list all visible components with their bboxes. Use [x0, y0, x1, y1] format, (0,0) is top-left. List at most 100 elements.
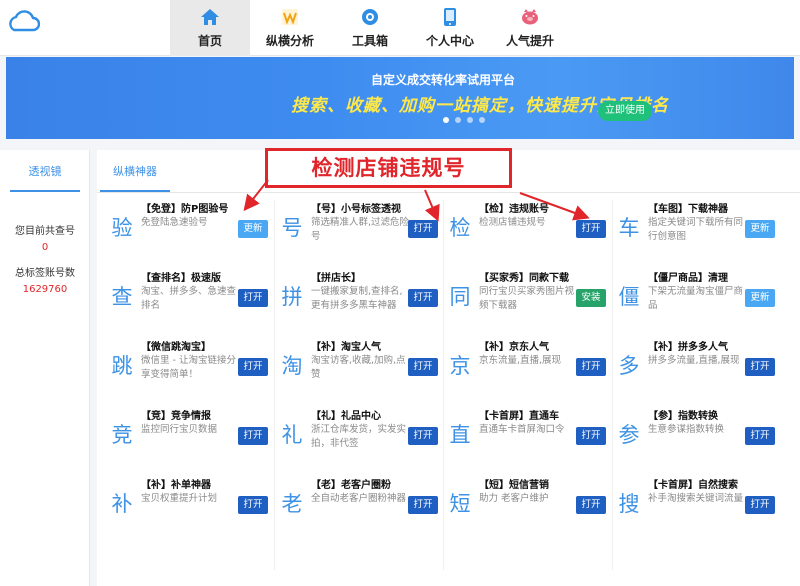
total-tagged-label: 总标签账号数 — [15, 268, 75, 279]
tool-description: 拼多多流量,直播,展现 — [648, 355, 740, 366]
tool-open-button[interactable]: 打开 — [745, 427, 775, 445]
tool-title[interactable]: 【补】淘宝人气 — [311, 338, 381, 353]
tool-open-button[interactable]: 打开 — [576, 427, 606, 445]
tool-open-button[interactable]: 打开 — [576, 496, 606, 514]
nav-item-popularity[interactable]: 人气提升 — [490, 0, 570, 56]
tool-open-button[interactable]: 打开 — [238, 358, 268, 376]
tool-title[interactable]: 【车图】下载神器 — [648, 200, 728, 215]
tool-title[interactable]: 【拼店长】 — [311, 269, 361, 284]
carousel-dot[interactable] — [443, 117, 449, 123]
tool-open-button[interactable]: 打开 — [576, 358, 606, 376]
tool-title[interactable]: 【卡首屏】直通车 — [479, 407, 559, 422]
tool-title[interactable]: 【短】短信营销 — [479, 476, 549, 491]
tool-open-button[interactable]: 打开 — [238, 496, 268, 514]
tool-description: 全自动老客户圈粉神器 — [311, 493, 407, 504]
main-nav: 首页 纵横分析 工具箱 个人中心 人气提升 — [170, 0, 570, 56]
tool-description: 淘宝、拼多多、急速查排名 — [141, 286, 237, 311]
tool-open-button[interactable]: 打开 — [408, 427, 438, 445]
home-icon — [200, 7, 220, 27]
tool-title[interactable]: 【检】违规账号 — [479, 200, 549, 215]
tool-open-button[interactable]: 打开 — [408, 289, 438, 307]
tool-title[interactable]: 【补】京东人气 — [479, 338, 549, 353]
tool-glyph: 车 — [618, 216, 640, 240]
tool-glyph: 检 — [449, 216, 471, 240]
tool-description: 免登陆急速验号 — [141, 217, 208, 228]
tab-perspective[interactable]: 透视镜 — [10, 162, 80, 192]
tool-update-button[interactable]: 更新 — [745, 289, 775, 307]
carousel-dot[interactable] — [479, 117, 485, 123]
nav-label-profile: 个人中心 — [425, 34, 474, 48]
cloud-icon[interactable] — [6, 10, 40, 32]
tool-description: 监控同行宝贝数据 — [141, 424, 218, 435]
carousel-dot[interactable] — [467, 117, 473, 123]
tool-card: 查【查排名】极速版淘宝、拼多多、急速查排名 打开 — [107, 269, 277, 341]
nav-label-toolbox: 工具箱 — [351, 34, 388, 48]
tool-update-button[interactable]: 更新 — [745, 220, 775, 238]
tool-description: 助力 老客户维护 — [479, 493, 549, 504]
tool-open-button[interactable]: 打开 — [408, 496, 438, 514]
carousel-dot[interactable] — [455, 117, 461, 123]
tool-glyph: 多 — [618, 354, 640, 378]
tool-update-button[interactable]: 更新 — [238, 220, 268, 238]
nav-item-profile[interactable]: 个人中心 — [410, 0, 490, 56]
tab-zongheng-tools[interactable]: 纵横神器 — [100, 162, 170, 192]
tool-title[interactable]: 【补】拼多多人气 — [648, 338, 728, 353]
tool-glyph: 直 — [449, 423, 471, 447]
toolbox-icon — [360, 7, 380, 27]
tool-title[interactable]: 【卡首屏】自然搜索 — [648, 476, 738, 491]
nav-label-popularity: 人气提升 — [505, 34, 554, 48]
tool-description: 检测店铺违规号 — [479, 217, 546, 228]
tool-title[interactable]: 【查排名】极速版 — [141, 269, 221, 284]
tool-title[interactable]: 【免登】防P图验号 — [141, 200, 228, 215]
use-now-button[interactable]: 立即使用 — [598, 101, 652, 121]
annotation-callout: 检测店铺违规号 — [265, 148, 512, 188]
tool-description: 京东流量,直播,展现 — [479, 355, 562, 366]
tool-description: 指定关键词下载所有同行创意图 — [648, 217, 744, 242]
tool-glyph: 竞 — [111, 423, 133, 447]
tool-glyph: 淘 — [281, 354, 303, 378]
nav-item-toolbox[interactable]: 工具箱 — [330, 0, 410, 56]
pig-icon — [520, 7, 540, 27]
tool-title[interactable]: 【礼】礼品中心 — [311, 407, 381, 422]
tool-open-button[interactable]: 打开 — [745, 358, 775, 376]
tool-glyph: 跳 — [111, 354, 133, 378]
tool-title[interactable]: 【僵尸商品】清理 — [648, 269, 728, 284]
nav-item-home[interactable]: 首页 — [170, 0, 250, 56]
tool-title[interactable]: 【老】老客户圈粉 — [311, 476, 391, 491]
tool-description: 直通车卡首屏淘口令 — [479, 424, 565, 435]
tool-glyph: 查 — [111, 285, 133, 309]
tool-title[interactable]: 【买家秀】同款下载 — [479, 269, 569, 284]
tool-open-button[interactable]: 打开 — [408, 220, 438, 238]
tool-open-button[interactable]: 打开 — [408, 358, 438, 376]
promo-banner[interactable]: 自定义成交转化率试用平台 搜索、收藏、加购一站搞定，快速提升宝贝排名 立即使用 — [6, 57, 794, 139]
tool-install-button[interactable]: 安装 — [576, 289, 606, 307]
banner-headline: 自定义成交转化率试用平台 — [371, 73, 516, 87]
tool-open-button[interactable]: 打开 — [238, 427, 268, 445]
sidebar: 透视镜 您目前共查号 0 总标签账号数 1629760 — [0, 150, 90, 586]
tool-open-button[interactable]: 打开 — [745, 496, 775, 514]
tool-glyph: 搜 — [618, 492, 640, 516]
tool-open-button[interactable]: 打开 — [576, 220, 606, 238]
tool-card: 车【车图】下载神器指定关键词下载所有同行创意图 更新 — [614, 200, 784, 272]
tool-open-button[interactable]: 打开 — [238, 289, 268, 307]
tool-title[interactable]: 【竞】竞争情报 — [141, 407, 211, 422]
carousel-dots — [443, 117, 485, 123]
tool-glyph: 僵 — [618, 285, 640, 309]
nav-item-analysis[interactable]: 纵横分析 — [250, 0, 330, 56]
tool-title[interactable]: 【补】补单神器 — [141, 476, 211, 491]
tool-title[interactable]: 【参】指数转换 — [648, 407, 718, 422]
tool-glyph: 参 — [618, 423, 640, 447]
phone-user-icon — [440, 7, 460, 27]
tool-title[interactable]: 【号】小号标签透视 — [311, 200, 401, 215]
query-count-label: 您目前共查号 — [15, 226, 75, 237]
tool-description: 淘宝访客,收藏,加购,点赞 — [311, 355, 406, 380]
tool-card: 拼【拼店长】 一键搬家复制,查排名,更有拼多多黑车神器 打开 — [277, 269, 447, 341]
tool-card: 号【号】小号标签透视 筛选精准人群,过滤危险号 打开 — [277, 200, 447, 272]
tool-description: 一键搬家复制,查排名,更有拼多多黑车神器 — [311, 286, 403, 311]
tool-glyph: 京 — [449, 354, 471, 378]
tool-glyph: 补 — [111, 492, 133, 516]
tool-card: 直【卡首屏】直通车直通车卡首屏淘口令 打开 — [445, 407, 615, 479]
tool-card: 僵【僵尸商品】清理 下架无流量淘宝僵尸商品 更新 — [614, 269, 784, 341]
tool-title[interactable]: 【微信跳淘宝】 — [141, 338, 211, 353]
tool-card: 竞【竞】竞争情报监控同行宝贝数据 打开 — [107, 407, 277, 479]
